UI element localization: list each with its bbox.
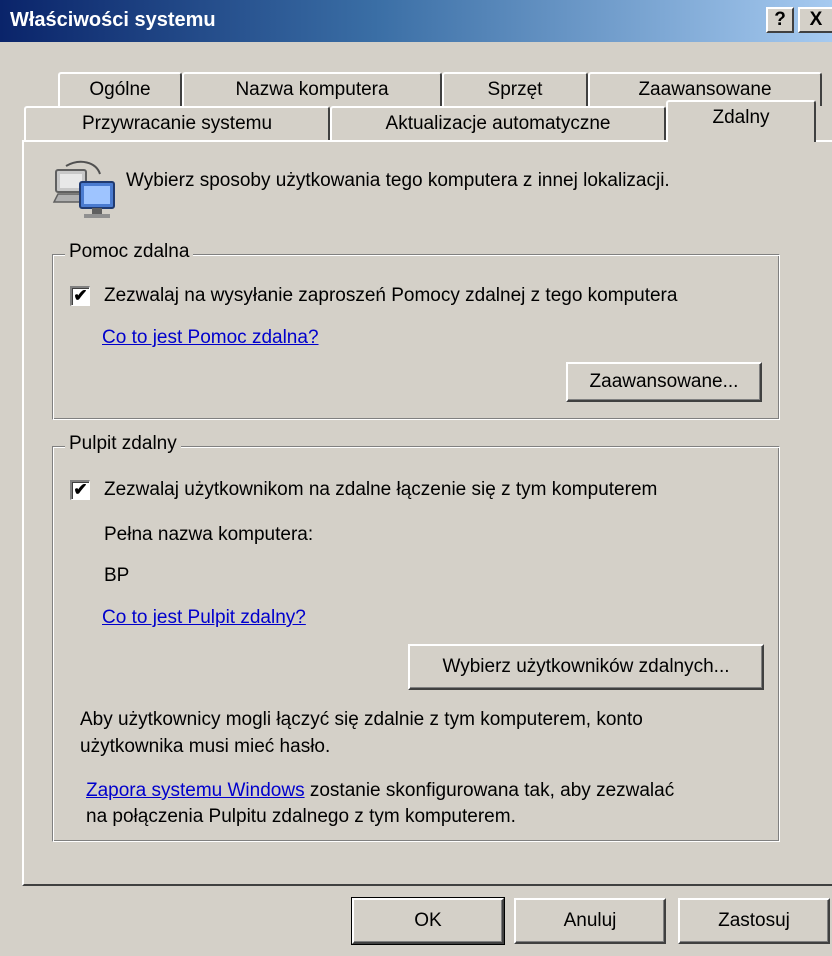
password-note-line-2: użytkownika musi mieć hasło. xyxy=(80,736,331,757)
remote-desktop-help-link[interactable]: Co to jest Pulpit zdalny? xyxy=(102,607,306,629)
full-computer-name-label: Pełna nazwa komputera: xyxy=(104,524,314,545)
tab-computer-name[interactable]: Nazwa komputera xyxy=(182,72,442,106)
firewall-note-text: zostanie skonfigurowana tak, aby zezwala… xyxy=(304,780,675,801)
tab-remote[interactable]: Zdalny xyxy=(666,100,816,142)
remote-assistance-checkbox-label[interactable]: Zezwalaj na wysyłanie zaproszeń Pomocy z… xyxy=(104,285,677,307)
tab-system-restore[interactable]: Przywracanie systemu xyxy=(24,106,330,140)
ok-button[interactable]: OK xyxy=(351,897,505,945)
remote-assistance-help-link[interactable]: Co to jest Pomoc zdalna? xyxy=(102,327,319,349)
remote-desktop-legend: Pulpit zdalny xyxy=(65,433,181,455)
window-title: Właściwości systemu xyxy=(10,9,216,31)
firewall-note-line-1: Zapora systemu Windows zostanie skonfigu… xyxy=(86,780,674,802)
firewall-note-line-2: na połączenia Pulpitu zdalnego z tym kom… xyxy=(86,806,516,827)
tab-general[interactable]: Ogólne xyxy=(58,72,182,106)
remote-desktop-checkbox-label[interactable]: Zezwalaj użytkownikom na zdalne łączenie… xyxy=(104,479,657,501)
apply-button[interactable]: Zastosuj xyxy=(678,898,830,944)
select-remote-users-button[interactable]: Wybierz użytkowników zdalnych... xyxy=(408,644,764,690)
password-note-line-1: Aby użytkownicy mogli łączyć się zdalnie… xyxy=(80,709,643,730)
close-button[interactable]: X xyxy=(798,7,832,33)
help-button[interactable]: ? xyxy=(766,7,794,33)
remote-assistance-checkbox[interactable]: ✔ xyxy=(70,286,90,306)
remote-assistance-legend: Pomoc zdalna xyxy=(65,241,194,263)
intro-text: Wybierz sposoby użytkowania tego kompute… xyxy=(126,170,670,191)
remote-computer-icon xyxy=(52,160,115,218)
computer-name-value: BP xyxy=(104,565,130,586)
remote-desktop-checkbox[interactable]: ✔ xyxy=(70,480,90,500)
tab-hardware[interactable]: Sprzęt xyxy=(442,72,588,106)
cancel-button[interactable]: Anuluj xyxy=(514,898,666,944)
title-bar[interactable]: Właściwości systemu ? X xyxy=(0,0,832,42)
tab-automatic-updates[interactable]: Aktualizacje automatyczne xyxy=(330,106,666,140)
remote-assistance-advanced-button[interactable]: Zaawansowane... xyxy=(566,362,762,402)
windows-firewall-link[interactable]: Zapora systemu Windows xyxy=(86,780,305,801)
